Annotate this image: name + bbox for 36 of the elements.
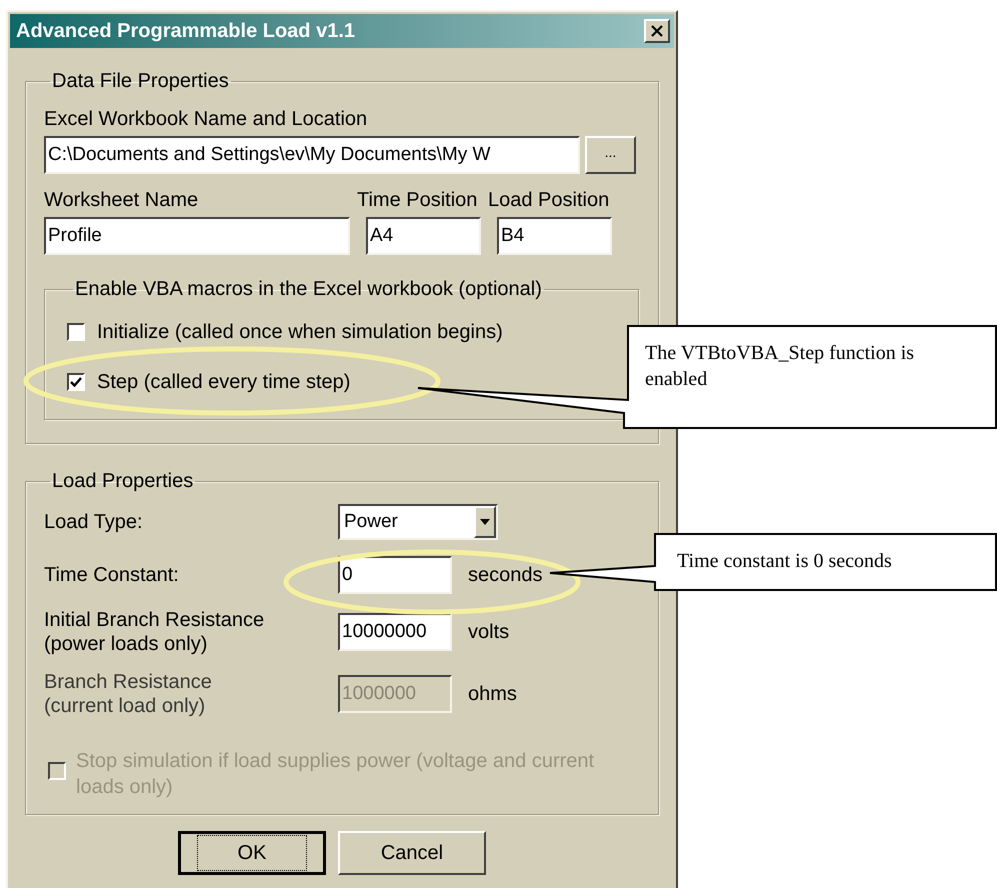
load-type-dropdown[interactable]: Power <box>338 504 498 540</box>
field-label: Branch Resistance <box>44 670 213 694</box>
callout-text: Time constant is 0 seconds <box>677 549 892 574</box>
field-label: Time Constant: <box>44 563 180 587</box>
workbook-field[interactable]: C:\Documents and Settings\ev\My Documents\My W <box>44 136 580 174</box>
close-button[interactable] <box>644 19 670 43</box>
time-position-field[interactable]: A4 <box>366 217 481 255</box>
dialog-button[interactable]: Cancel <box>338 831 486 875</box>
unit-label: seconds <box>468 563 542 588</box>
window-title: Advanced Programmable Load v1.1 <box>16 19 356 44</box>
close-icon <box>651 25 663 37</box>
unit-label: volts <box>468 620 510 645</box>
browse-button[interactable]: ... <box>585 136 636 174</box>
load-position-field[interactable]: B4 <box>497 217 612 255</box>
checkbox[interactable] <box>67 373 85 391</box>
field-label: Excel Workbook Name and Location <box>44 107 368 132</box>
dialog-button[interactable]: OK <box>178 831 326 875</box>
value-field[interactable]: 10000000 <box>338 613 452 651</box>
dropdown-arrow-icon <box>480 519 490 525</box>
checkbox[interactable] <box>67 323 85 341</box>
field-label: Load Position <box>488 188 610 213</box>
checkbox-label: Step (called every time step) <box>97 370 350 395</box>
field-note: (current load only) <box>44 694 206 718</box>
group-title: Enable VBA macros in the Excel workbook (optional) <box>74 277 543 302</box>
unit-label: ohms <box>468 682 517 707</box>
worksheet-field[interactable]: Profile <box>44 217 350 255</box>
field-label: Load Type: <box>44 510 144 535</box>
checkbox-label: Initialize (called once when simulation begins) <box>97 320 503 345</box>
checkmark-icon <box>70 376 82 388</box>
value-field[interactable]: 0 <box>338 556 452 594</box>
field-label: Initial Branch Resistance <box>44 608 266 632</box>
callout-text: The VTBtoVBA_Step function is enabled <box>645 341 916 392</box>
group-title: Data File Properties <box>51 69 230 94</box>
field-note: (power loads only) <box>44 632 208 656</box>
group-title: Load Properties <box>51 469 194 494</box>
checkbox-label: Stop simulation if load supplies power (voltage and current loads only) <box>76 749 596 800</box>
